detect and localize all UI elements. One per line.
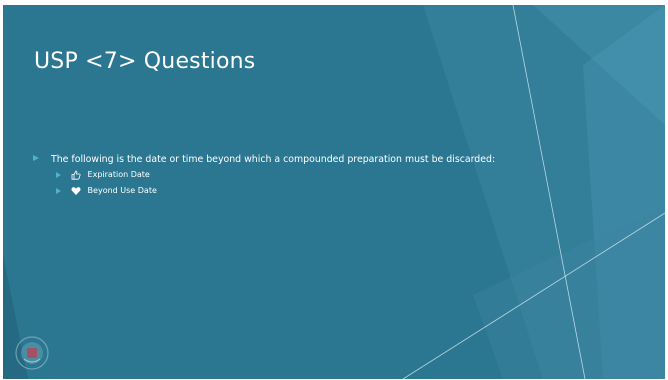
heart-icon — [71, 186, 83, 196]
question-text: The following is the date or time beyond… — [51, 154, 496, 165]
thumbs-up-icon — [71, 170, 83, 180]
bullet-arrow-icon — [56, 172, 61, 178]
slide-title: USP <7> Questions — [34, 49, 256, 74]
slide-content: The following is the date or time beyond… — [33, 154, 523, 197]
question-bullet: The following is the date or time beyond… — [33, 154, 523, 165]
slide: USP <7> Questions The following is the d… — [3, 5, 665, 379]
option-label: Beyond Use Date — [87, 186, 157, 195]
option-label: Expiration Date — [87, 170, 150, 179]
option-beyond-use-date[interactable]: Beyond Use Date — [33, 185, 523, 197]
option-expiration-date[interactable]: Expiration Date — [33, 169, 523, 181]
bullet-arrow-icon — [33, 155, 39, 161]
organization-logo — [15, 336, 49, 370]
bullet-arrow-icon — [56, 188, 61, 194]
